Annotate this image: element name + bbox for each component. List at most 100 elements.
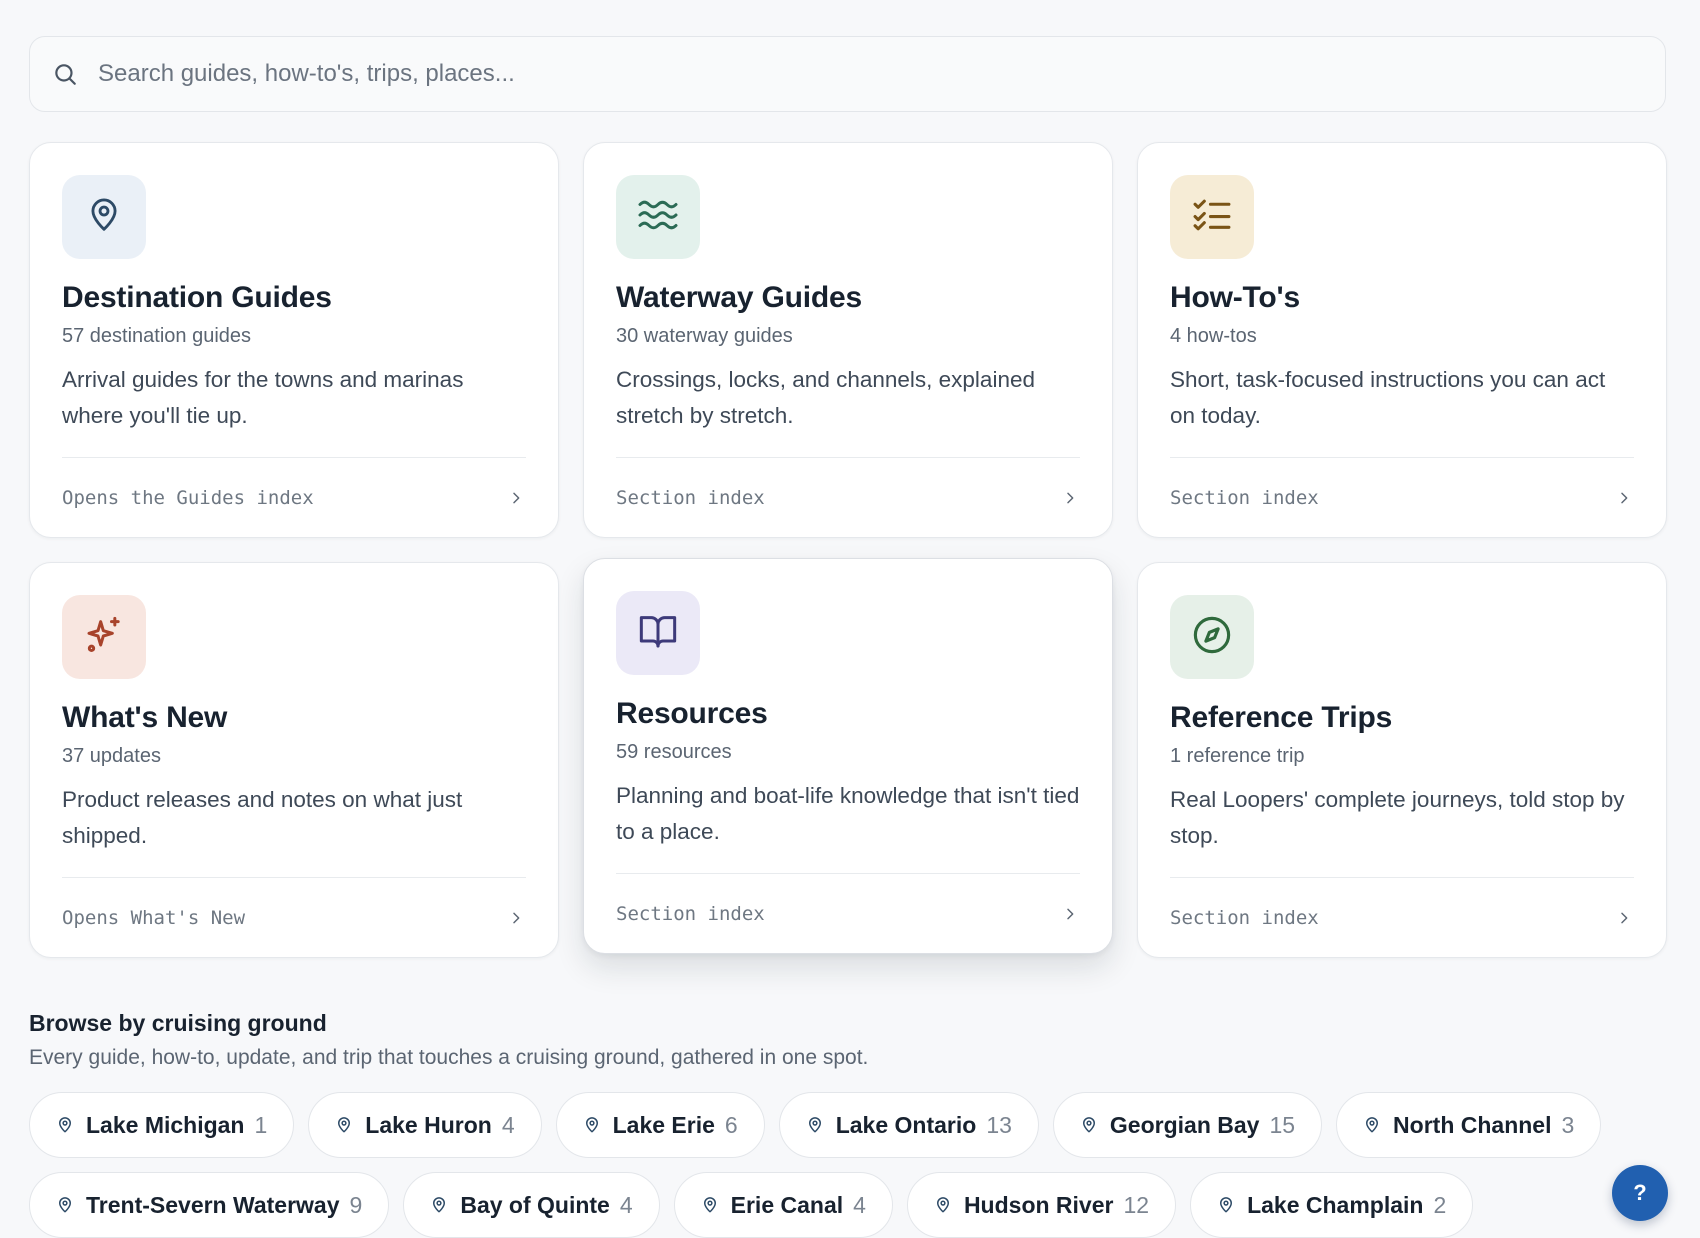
chip-count: 13 — [986, 1111, 1012, 1138]
chip-count: 15 — [1269, 1111, 1296, 1138]
chevron-right-icon — [1616, 489, 1634, 507]
card-count: 37 updates — [62, 745, 161, 767]
map-pin-icon — [56, 1115, 76, 1135]
card-badge — [1170, 595, 1254, 679]
chevron-right-icon — [1062, 905, 1080, 923]
chip-lake-michigan[interactable]: Lake Michigan 1 — [29, 1092, 295, 1158]
chip-count: 4 — [619, 1191, 633, 1218]
card-waterway-guides[interactable]: Waterway Guides 30 waterway guides Cross… — [583, 142, 1113, 538]
card-footer[interactable]: Opens the Guides index — [62, 457, 526, 537]
section-subtitle: Every guide, how-to, update, and trip th… — [29, 1046, 869, 1069]
card-footer[interactable]: Section index — [616, 873, 1080, 953]
chip-label: Bay of Quinte — [460, 1191, 610, 1218]
map-pin-icon — [583, 1115, 603, 1135]
card-title: What's New — [62, 701, 228, 734]
chip-lake-erie[interactable]: Lake Erie 6 — [555, 1092, 765, 1158]
chip-hudson-river[interactable]: Hudson River 12 — [906, 1172, 1177, 1238]
checklist-icon — [1192, 197, 1232, 238]
card-link[interactable]: Section index — [616, 487, 765, 509]
chevron-right-icon — [508, 489, 526, 507]
chip-north-channel[interactable]: North Channel 3 — [1336, 1092, 1602, 1158]
chip-count: 6 — [724, 1111, 738, 1138]
card-description: Arrival guides for the towns and marinas… — [62, 367, 464, 428]
chip-count: 4 — [853, 1191, 866, 1218]
card-how-tos[interactable]: How-To's 4 how-tos Short, task-focused i… — [1137, 142, 1667, 538]
chip-label: Georgian Bay — [1109, 1111, 1260, 1138]
map-pin-icon — [701, 1195, 721, 1215]
card-link[interactable]: Section index — [1170, 487, 1319, 509]
chip-georgian-bay[interactable]: Georgian Bay 15 — [1052, 1092, 1323, 1158]
map-pin-icon — [1080, 1115, 1100, 1135]
card-resources[interactable]: Resources 59 resources Planning and boat… — [583, 558, 1113, 954]
chip-label: Trent-Severn Waterway — [86, 1191, 340, 1218]
card-description: Short, task-focused instructions you can… — [1170, 367, 1606, 428]
map-pin-icon — [934, 1195, 954, 1215]
chip-count: 3 — [1561, 1111, 1575, 1138]
card-description: Product releases and notes on what just … — [62, 787, 463, 848]
chip-lake-huron[interactable]: Lake Huron 4 — [308, 1092, 542, 1158]
card-footer[interactable]: Opens What's New — [62, 877, 526, 957]
card-count: 1 reference trip — [1170, 745, 1305, 767]
card-reference-trips[interactable]: Reference Trips 1 reference trip Real Lo… — [1137, 562, 1667, 958]
sparkles-icon — [84, 615, 124, 660]
card-badge — [62, 175, 146, 259]
card-destination-guides[interactable]: Destination Guides 57 destination guides… — [29, 142, 559, 538]
chip-label: Lake Ontario — [835, 1111, 977, 1138]
card-badge — [616, 591, 700, 675]
card-badge — [1170, 175, 1254, 259]
card-link[interactable]: Section index — [1170, 907, 1319, 929]
map-pin-icon — [85, 196, 123, 239]
chip-count: 9 — [349, 1191, 363, 1218]
chip-lake-champlain[interactable]: Lake Champlain 2 — [1190, 1172, 1474, 1238]
chip-erie-canal[interactable]: Erie Canal 4 — [673, 1172, 893, 1238]
chevron-right-icon — [508, 909, 526, 927]
card-link[interactable]: Opens the Guides index — [62, 487, 314, 509]
card-title: Reference Trips — [1170, 701, 1393, 734]
chip-lake-ontario[interactable]: Lake Ontario 13 — [778, 1092, 1039, 1158]
search-input[interactable] — [98, 60, 1665, 88]
card-title: Destination Guides — [62, 281, 332, 314]
card-count: 4 how-tos — [1170, 325, 1257, 347]
chip-label: Hudson River — [963, 1191, 1114, 1218]
chip-label: Erie Canal — [730, 1191, 844, 1218]
compass-icon — [1191, 614, 1233, 661]
card-footer[interactable]: Section index — [1170, 457, 1634, 537]
card-whats-new[interactable]: What's New 37 updates Product releases a… — [29, 562, 559, 958]
help-button[interactable]: ? — [1612, 1165, 1668, 1221]
chip-label: North Channel — [1393, 1111, 1552, 1138]
chip-count: 4 — [501, 1111, 515, 1138]
card-description: Real Loopers' complete journeys, told st… — [1170, 787, 1625, 848]
map-pin-icon — [1217, 1195, 1237, 1215]
map-pin-icon — [806, 1115, 826, 1135]
chip-trent-severn-waterway[interactable]: Trent-Severn Waterway 9 — [29, 1172, 390, 1238]
chevron-right-icon — [1616, 909, 1634, 927]
card-footer[interactable]: Section index — [1170, 877, 1634, 957]
search-icon — [52, 59, 82, 89]
card-badge — [62, 595, 146, 679]
card-badge — [616, 175, 700, 259]
card-link[interactable]: Opens What's New — [62, 907, 245, 929]
cruising-ground-chips: Lake Michigan 1 Lake Huron 4 Lake Erie 6 Lake … — [29, 1092, 1629, 1238]
card-description: Planning and boat-life knowledge that is… — [616, 783, 1080, 844]
chip-count: 1 — [254, 1111, 268, 1138]
chip-label: Lake Huron — [365, 1111, 492, 1138]
chevron-right-icon — [1062, 489, 1080, 507]
card-count: 59 resources — [616, 741, 732, 763]
search-bar[interactable] — [29, 36, 1666, 112]
map-pin-icon — [335, 1115, 355, 1135]
chip-label: Lake Champlain — [1247, 1191, 1424, 1218]
waves-icon — [637, 198, 679, 237]
card-footer[interactable]: Section index — [616, 457, 1080, 537]
chip-count: 12 — [1123, 1191, 1150, 1218]
card-title: Waterway Guides — [616, 281, 862, 314]
map-pin-icon — [1363, 1115, 1383, 1135]
card-count: 57 destination guides — [62, 325, 252, 347]
chip-label: Lake Erie — [612, 1111, 715, 1138]
chip-bay-of-quinte[interactable]: Bay of Quinte 4 — [403, 1172, 660, 1238]
chip-count: 2 — [1433, 1191, 1447, 1218]
card-count: 30 waterway guides — [616, 325, 793, 347]
card-title: How-To's — [1170, 281, 1300, 314]
card-link[interactable]: Section index — [616, 903, 765, 925]
map-pin-icon — [56, 1195, 76, 1215]
section-title: Browse by cruising ground — [29, 1010, 327, 1036]
